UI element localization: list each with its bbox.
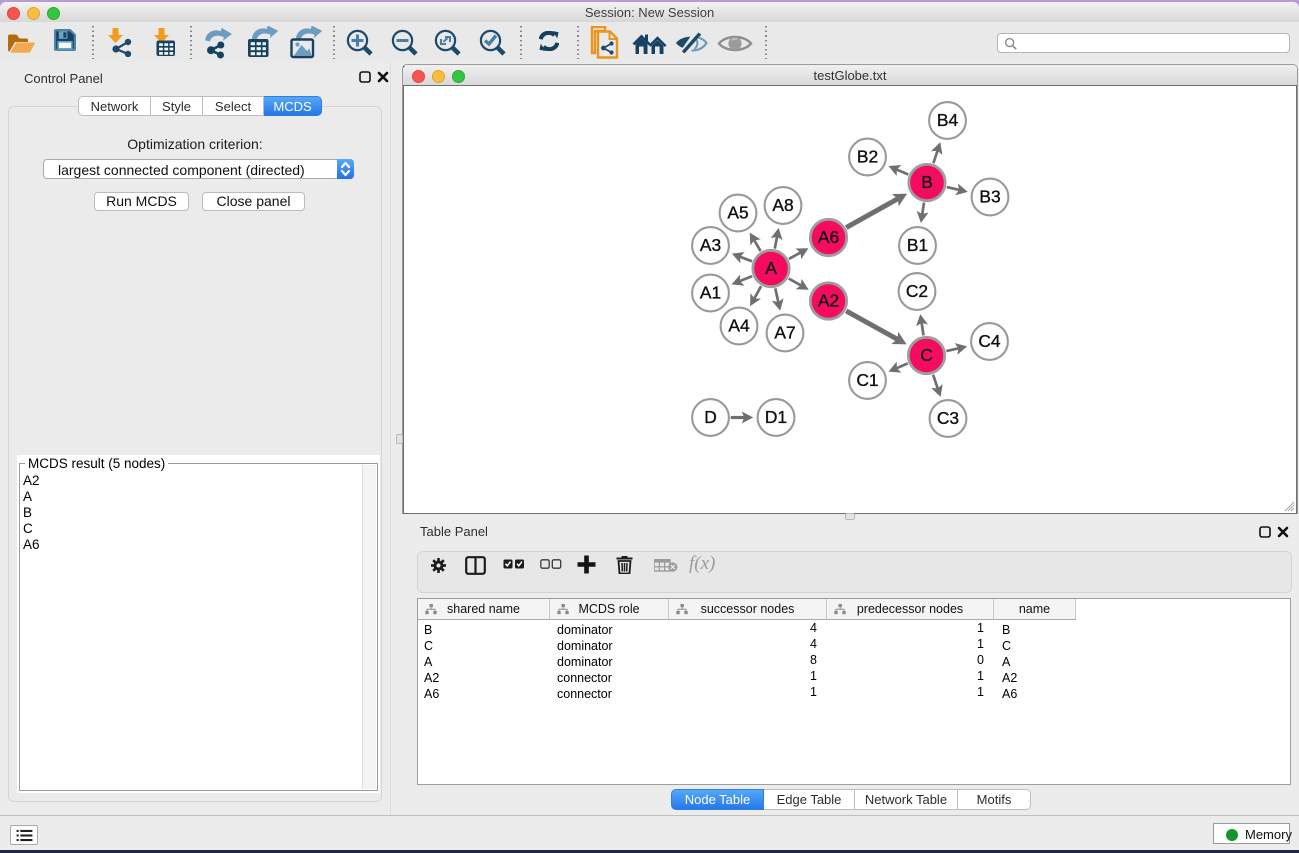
svg-text:A1: A1 [700, 283, 721, 303]
svg-text:D: D [704, 407, 717, 427]
svg-text:C: C [920, 345, 933, 365]
svg-text:A4: A4 [728, 316, 750, 336]
svg-text:B3: B3 [979, 187, 1000, 207]
svg-text:D1: D1 [765, 407, 787, 427]
svg-text:C4: C4 [978, 331, 1001, 351]
svg-text:B4: B4 [937, 110, 959, 130]
svg-text:C2: C2 [906, 281, 928, 301]
svg-text:B2: B2 [857, 147, 878, 167]
svg-text:B1: B1 [907, 235, 928, 255]
svg-text:A7: A7 [774, 323, 795, 343]
svg-text:C3: C3 [937, 408, 959, 428]
svg-text:A5: A5 [727, 203, 748, 223]
svg-text:A: A [765, 258, 777, 278]
svg-text:A8: A8 [772, 195, 793, 215]
svg-text:B: B [921, 172, 933, 192]
svg-text:A3: A3 [700, 235, 721, 255]
svg-text:C1: C1 [856, 370, 878, 390]
svg-text:A2: A2 [818, 291, 839, 311]
svg-text:A6: A6 [818, 227, 839, 247]
